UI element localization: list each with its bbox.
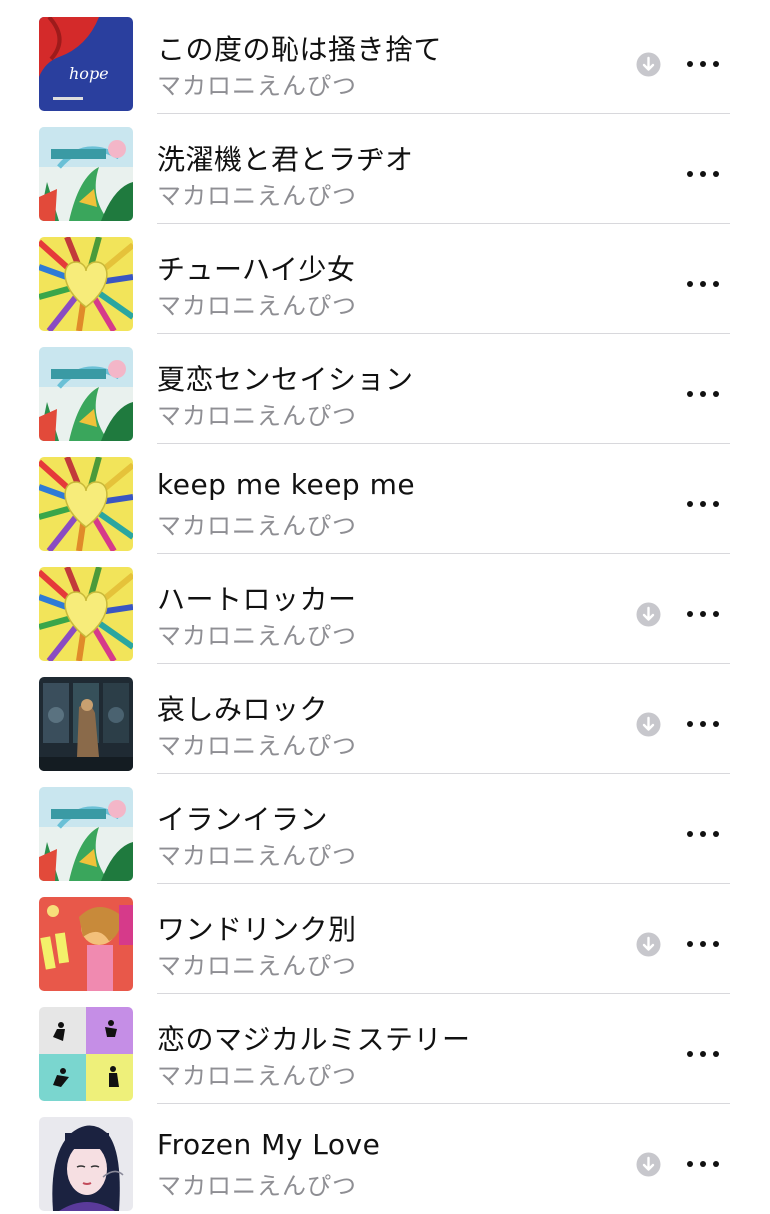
song-row[interactable]: 哀しみロックマカロニえんぴつ [0, 664, 770, 774]
ellipsis-dot [687, 941, 693, 947]
album-artwork [39, 127, 133, 221]
ellipsis-dot [713, 941, 719, 947]
song-artist: マカロニえんぴつ [157, 1172, 357, 1200]
song-artist: マカロニえんぴつ [157, 622, 357, 650]
song-row[interactable]: 恋のマジカルミステリーマカロニえんぴつ [0, 994, 770, 1104]
album-artwork [39, 237, 133, 331]
ellipsis-dot [700, 501, 706, 507]
ellipsis-dot [713, 391, 719, 397]
song-row[interactable]: keep me keep me マカロニえんぴつ [0, 444, 770, 554]
song-title: ワンドリンク別 [157, 913, 357, 946]
ellipsis-dot [700, 941, 706, 947]
ellipsis-dot [713, 1051, 719, 1057]
album-artwork [39, 1007, 133, 1101]
ellipsis-dot [713, 171, 719, 177]
song-artist: マカロニえんぴつ [157, 732, 357, 760]
ellipsis-dot [713, 501, 719, 507]
ellipsis-dot [713, 721, 719, 727]
more-options-button[interactable] [684, 379, 722, 409]
song-title: この度の恥は掻き捨て [157, 33, 443, 66]
more-options-button[interactable] [684, 489, 722, 519]
ellipsis-dot [713, 61, 719, 67]
song-row[interactable]: ワンドリンク別マカロニえんぴつ [0, 884, 770, 994]
ellipsis-dot [687, 281, 693, 287]
ellipsis-dot [713, 831, 719, 837]
album-artwork: hope [39, 17, 133, 111]
more-options-button[interactable] [684, 1039, 722, 1069]
download-status-icon [636, 1152, 661, 1177]
ellipsis-dot [687, 1051, 693, 1057]
ellipsis-dot [687, 831, 693, 837]
more-options-button[interactable] [684, 819, 722, 849]
album-artwork [39, 1117, 133, 1211]
ellipsis-dot [700, 721, 706, 727]
svg-text:hope: hope [69, 64, 109, 83]
song-row[interactable]: 夏恋センセイションマカロニえんぴつ [0, 334, 770, 444]
song-row[interactable]: Frozen My Love マカロニえんぴつ [0, 1104, 770, 1214]
ellipsis-dot [700, 831, 706, 837]
song-row[interactable]: ハートロッカーマカロニえんぴつ [0, 554, 770, 664]
ellipsis-dot [700, 171, 706, 177]
more-options-button[interactable] [684, 1149, 722, 1179]
ellipsis-dot [700, 61, 706, 67]
song-artist: マカロニえんぴつ [157, 402, 357, 430]
song-title: 恋のマジカルミステリー [157, 1023, 471, 1056]
ellipsis-dot [713, 281, 719, 287]
download-status-icon [636, 52, 661, 77]
album-artwork [39, 347, 133, 441]
album-artwork [39, 677, 133, 771]
song-title: keep me keep me [157, 468, 416, 501]
more-options-button[interactable] [684, 709, 722, 739]
song-title: 夏恋センセイション [157, 363, 414, 396]
download-status-icon [636, 932, 661, 957]
ellipsis-dot [700, 281, 706, 287]
song-row[interactable]: hope この度の恥は掻き捨てマカロニえんぴつ [0, 4, 770, 114]
song-title: チューハイ少女 [157, 253, 356, 286]
ellipsis-dot [687, 171, 693, 177]
song-artist: マカロニえんぴつ [157, 292, 357, 320]
album-artwork [39, 787, 133, 881]
ellipsis-dot [700, 1161, 706, 1167]
more-options-button[interactable] [684, 599, 722, 629]
more-options-button[interactable] [684, 49, 722, 79]
song-artist: マカロニえんぴつ [157, 842, 357, 870]
album-artwork [39, 457, 133, 551]
ellipsis-dot [700, 391, 706, 397]
song-title: 哀しみロック [157, 693, 329, 726]
song-artist: マカロニえんぴつ [157, 1062, 357, 1090]
song-title: ハートロッカー [157, 583, 357, 616]
album-artwork [39, 567, 133, 661]
more-options-button[interactable] [684, 929, 722, 959]
ellipsis-dot [713, 1161, 719, 1167]
ellipsis-dot [687, 1161, 693, 1167]
song-row[interactable]: チューハイ少女マカロニえんぴつ [0, 224, 770, 334]
song-title: イランイラン [157, 803, 329, 836]
ellipsis-dot [687, 721, 693, 727]
song-artist: マカロニえんぴつ [157, 182, 357, 210]
song-row[interactable]: イランイランマカロニえんぴつ [0, 774, 770, 884]
ellipsis-dot [700, 611, 706, 617]
song-artist: マカロニえんぴつ [157, 512, 357, 540]
ellipsis-dot [687, 61, 693, 67]
song-title: Frozen My Love [157, 1128, 381, 1161]
ellipsis-dot [713, 611, 719, 617]
song-title: 洗濯機と君とラヂオ [157, 143, 414, 176]
download-status-icon [636, 712, 661, 737]
song-row[interactable]: 洗濯機と君とラヂオマカロニえんぴつ [0, 114, 770, 224]
ellipsis-dot [687, 501, 693, 507]
song-artist: マカロニえんぴつ [157, 952, 357, 980]
album-artwork [39, 897, 133, 991]
song-artist: マカロニえんぴつ [157, 72, 357, 100]
download-status-icon [636, 602, 661, 627]
ellipsis-dot [687, 391, 693, 397]
more-options-button[interactable] [684, 269, 722, 299]
ellipsis-dot [700, 1051, 706, 1057]
ellipsis-dot [687, 611, 693, 617]
more-options-button[interactable] [684, 159, 722, 189]
